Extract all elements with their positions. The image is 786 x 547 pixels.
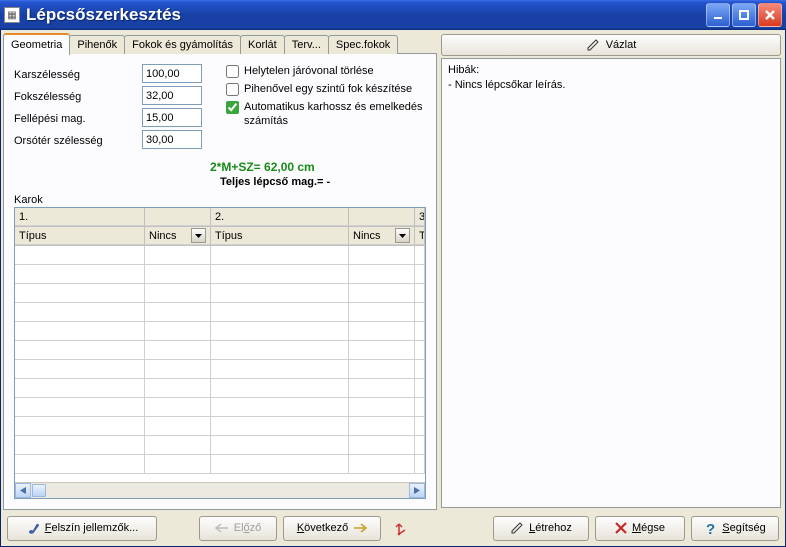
check-automatikus[interactable] [226, 101, 239, 114]
svg-text:?: ? [706, 521, 715, 536]
label-karszelesseg: Karszélesség [14, 64, 124, 86]
table-row[interactable] [15, 322, 145, 341]
brush-icon [26, 521, 40, 535]
grid-col-tipus-1[interactable]: Típus [15, 227, 145, 245]
vazlat-label: Vázlat [606, 39, 637, 51]
check-helytelen[interactable] [226, 65, 239, 78]
elozo-label: Előző [234, 522, 262, 534]
footer: FFelszín jellemzők...elszín jellemzők...… [1, 510, 785, 546]
table-row[interactable] [15, 398, 145, 417]
tab-strip: Geometria Pihenők Fokok és gyámolítás Ko… [3, 32, 437, 54]
segitseg-label: Segítség [722, 522, 765, 534]
input-karszelesseg[interactable] [142, 64, 202, 83]
scroll-left-button[interactable] [15, 483, 31, 498]
tab-geometria[interactable]: Geometria [3, 33, 70, 55]
errors-item: - Nincs lépcsőkar leírás. [448, 78, 774, 93]
window-title: Lépcsőszerkesztés [26, 5, 706, 25]
tab-korlat[interactable]: Korlát [240, 35, 285, 54]
cancel-icon [615, 522, 627, 534]
grid-group-2b[interactable] [349, 208, 415, 226]
felszin-label: FFelszín jellemzők...elszín jellemzők... [45, 522, 139, 534]
table-row[interactable] [15, 284, 145, 303]
maximize-button[interactable] [732, 3, 756, 27]
app-icon: ▦ [4, 7, 20, 23]
tab-specfokok[interactable]: Spec.fokok [328, 35, 398, 54]
table-row[interactable] [15, 436, 145, 455]
grid-col-tipus-2[interactable]: Típus [211, 227, 349, 245]
input-fellepesi[interactable] [142, 108, 202, 127]
letrehoz-button[interactable]: Létrehoz [493, 516, 589, 541]
table-row[interactable] [15, 379, 145, 398]
label-check-helytelen: Helytelen járóvonal törlése [244, 64, 374, 78]
tab-body-geometria: Karszélesség Fokszélesség Fellépési mag.… [3, 53, 437, 510]
table-row[interactable] [15, 265, 145, 284]
pencil-icon [586, 38, 600, 52]
table-row[interactable] [15, 360, 145, 379]
total-text: Teljes lépcső mag.= - [220, 176, 426, 188]
scroll-right-button[interactable] [409, 483, 425, 498]
label-fokszelesseg: Fokszélesség [14, 86, 124, 108]
kovetkezo-button[interactable]: Következő [283, 516, 381, 541]
arrow-right-icon [353, 523, 367, 533]
axis-icon [391, 520, 407, 536]
kovetkezo-label: Következő [297, 522, 348, 534]
scroll-thumb[interactable] [32, 484, 46, 497]
tab-pihenok[interactable]: Pihenők [69, 35, 125, 54]
grid-group-3[interactable]: 3. [415, 208, 425, 226]
table-row[interactable] [15, 417, 145, 436]
table-row[interactable] [15, 455, 145, 474]
pencil-icon [510, 521, 524, 535]
table-row[interactable] [15, 303, 145, 322]
megse-button[interactable]: Mégse [595, 516, 685, 541]
errors-title: Hibák: [448, 63, 774, 78]
table-row[interactable] [15, 246, 145, 265]
grid-val-1: Nincs [149, 230, 177, 242]
grid-group-1[interactable]: 1. [15, 208, 145, 226]
elozo-button[interactable]: Előző [199, 516, 277, 541]
label-fellepesi: Fellépési mag. [14, 108, 124, 130]
input-orsoter[interactable] [142, 130, 202, 149]
check-pihenovel[interactable] [226, 83, 239, 96]
right-panel: Vázlat Hibák: - Nincs lépcsőkar leírás. [439, 30, 785, 510]
arrow-left-icon [215, 523, 229, 533]
close-button[interactable] [758, 3, 782, 27]
label-check-pihenovel: Pihenővel egy szintű fok készítése [244, 82, 412, 96]
grid-col-tipus-3[interactable]: Típu [415, 227, 425, 245]
grid-val-2: Nincs [353, 230, 381, 242]
grid-cell-val-2[interactable]: Nincs [349, 227, 415, 245]
vazlat-button[interactable]: Vázlat [441, 34, 781, 56]
formula-text: 2*M+SZ= 62,00 cm [210, 160, 426, 174]
grid-cell-val-1[interactable]: Nincs [145, 227, 211, 245]
grid-group-2[interactable]: 2. [211, 208, 349, 226]
megse-label: Mégse [632, 522, 665, 534]
label-karok: Karok [14, 194, 426, 206]
letrehoz-label: Létrehoz [529, 522, 572, 534]
input-fokszelesseg[interactable] [142, 86, 202, 105]
table-row[interactable] [15, 341, 145, 360]
dropdown-icon[interactable] [395, 228, 410, 243]
grid-group-1b[interactable] [145, 208, 211, 226]
left-panel: Geometria Pihenők Fokok és gyámolítás Ko… [1, 30, 439, 510]
title-bar: ▦ Lépcsőszerkesztés [0, 0, 786, 30]
label-orsoter: Orsótér szélesség [14, 130, 124, 152]
minimize-button[interactable] [706, 3, 730, 27]
label-check-automatikus: Automatikus karhossz és emelkedés számít… [244, 100, 426, 128]
grid-karok: 1. 2. 3. Típus Nincs Típu [14, 207, 426, 499]
errors-panel: Hibák: - Nincs lépcsőkar leírás. [441, 58, 781, 508]
help-icon: ? [704, 521, 717, 536]
tab-terv[interactable]: Terv... [284, 35, 329, 54]
dropdown-icon[interactable] [191, 228, 206, 243]
segitseg-button[interactable]: ? Segítség [691, 516, 779, 541]
felszin-button[interactable]: FFelszín jellemzők...elszín jellemzők... [7, 516, 157, 541]
tab-fokok[interactable]: Fokok és gyámolítás [124, 35, 241, 54]
